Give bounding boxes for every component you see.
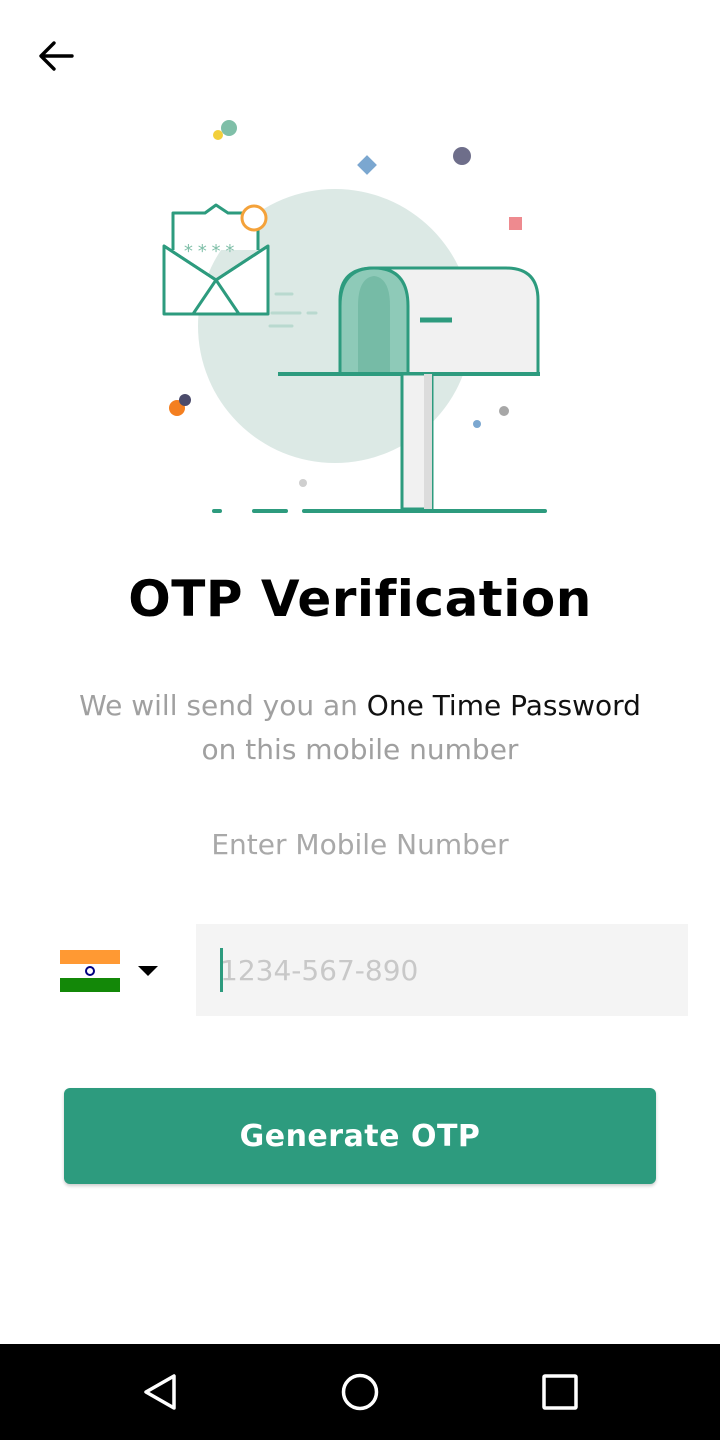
- india-flag-icon: [60, 950, 120, 992]
- generate-otp-button[interactable]: Generate OTP: [64, 1088, 656, 1184]
- mobile-number-label: Enter Mobile Number: [211, 828, 509, 861]
- country-code-picker[interactable]: [52, 936, 172, 1006]
- mobile-number-input[interactable]: [196, 924, 688, 1016]
- page-title: OTP Verification: [128, 570, 592, 628]
- mailbox-illustration: ****: [162, 120, 547, 513]
- text-cursor: [220, 948, 223, 992]
- subtitle-text: We will send you an: [79, 689, 367, 722]
- system-navigation-bar: [0, 1344, 720, 1440]
- nav-home-button[interactable]: [320, 1364, 400, 1420]
- envelope-code: ****: [183, 241, 238, 262]
- nav-back-icon: [144, 1374, 176, 1410]
- subtitle-highlight: One Time Password: [366, 689, 641, 722]
- subtitle: We will send you an One Time Password on…: [20, 684, 700, 772]
- nav-recents-button[interactable]: [520, 1364, 600, 1420]
- chevron-down-icon: [138, 966, 158, 976]
- nav-back-button[interactable]: [120, 1364, 200, 1420]
- nav-home-icon: [341, 1373, 379, 1411]
- subtitle-text-line2: on this mobile number: [201, 733, 519, 766]
- nav-recents-icon: [542, 1374, 578, 1410]
- back-button[interactable]: [28, 32, 84, 80]
- arrow-left-icon: [39, 41, 74, 71]
